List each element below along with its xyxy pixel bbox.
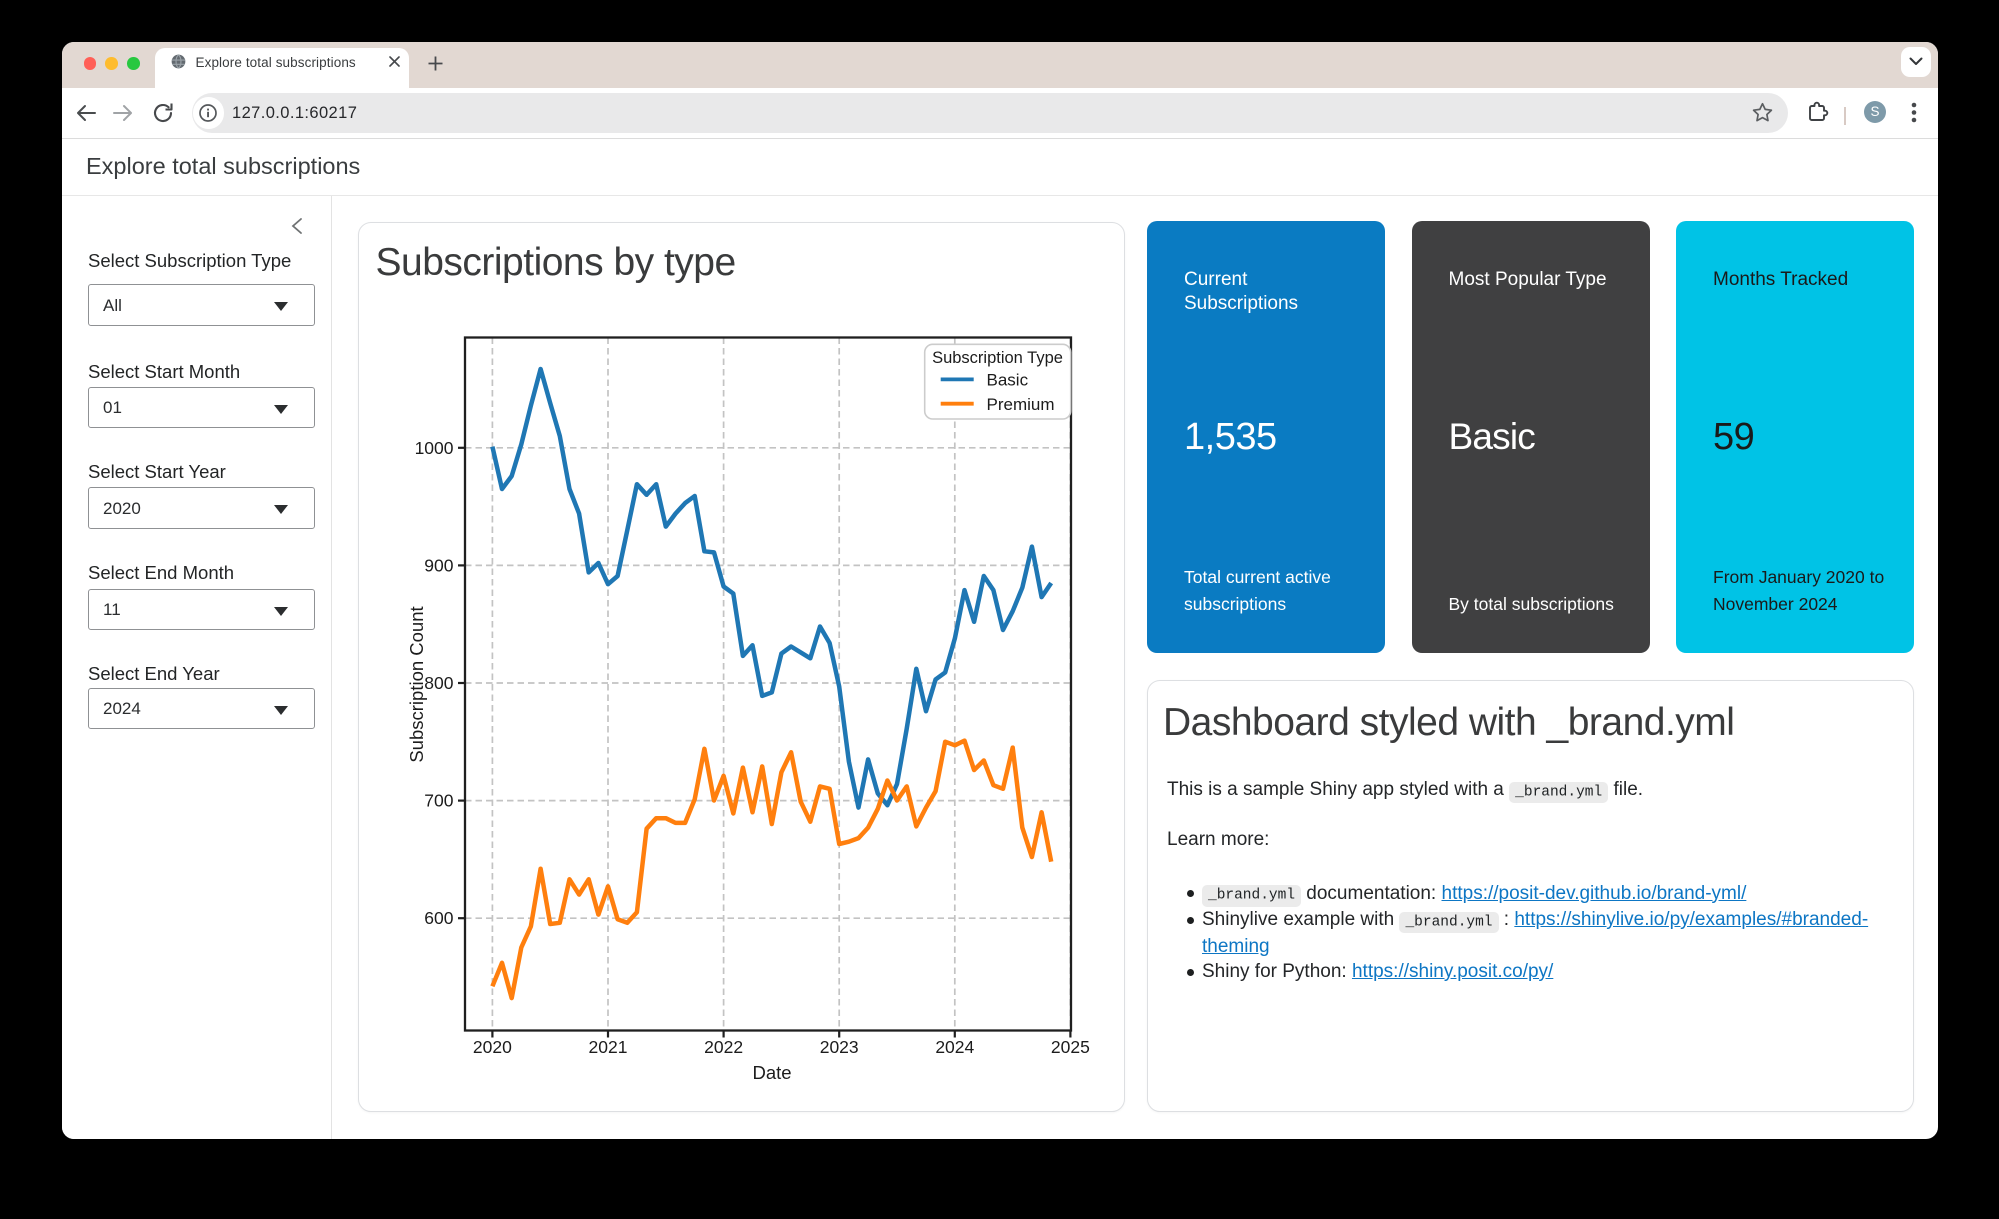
svg-text:2021: 2021 [589,1037,628,1057]
svg-text:2022: 2022 [704,1037,743,1057]
svg-text:2024: 2024 [935,1037,974,1057]
svg-text:600: 600 [424,908,453,928]
svg-text:Subscription Type: Subscription Type [932,348,1063,366]
svg-text:Date: Date [752,1062,791,1083]
svg-text:800: 800 [424,673,453,693]
svg-text:1000: 1000 [415,437,454,457]
svg-text:700: 700 [424,790,453,810]
svg-text:2023: 2023 [820,1037,859,1057]
svg-text:2025: 2025 [1051,1037,1090,1057]
svg-text:Subscription Count: Subscription Count [406,606,427,762]
svg-text:2020: 2020 [473,1037,512,1057]
svg-text:900: 900 [424,555,453,575]
svg-text:Premium: Premium [987,394,1055,413]
svg-text:Basic: Basic [987,370,1029,389]
